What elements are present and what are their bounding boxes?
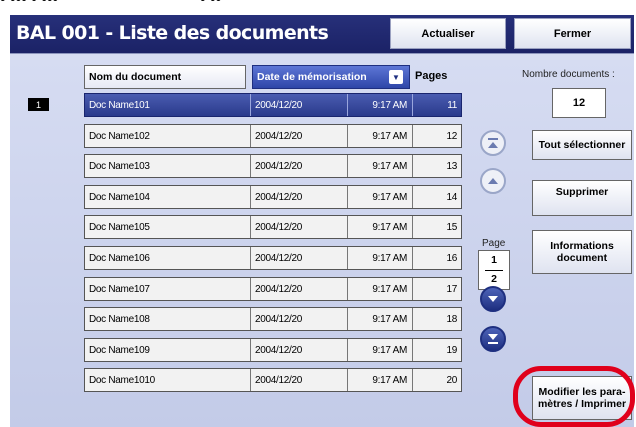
chevron-down-icon (488, 296, 498, 302)
time-cell: 9:17 AM (347, 125, 411, 147)
close-button[interactable]: Fermer (514, 18, 631, 49)
table-row[interactable]: Doc Name101 2004/12/20 9:17 AM 11 (84, 93, 462, 117)
fraction-line (485, 270, 503, 271)
pages-cell: 16 (412, 247, 461, 269)
date-cell: 2004/12/20 (250, 339, 346, 361)
document-count-label: Nombre documents : (522, 69, 615, 80)
time-cell: 9:17 AM (347, 247, 411, 269)
date-cell: 2004/12/20 (250, 247, 346, 269)
pages-cell: 13 (412, 155, 461, 177)
date-cell: 2004/12/20 (250, 94, 346, 116)
sort-by-name-button[interactable]: Nom du document (84, 65, 246, 89)
document-info-button[interactable]: Informations document (532, 230, 632, 274)
pages-cell: 20 (412, 369, 461, 391)
time-cell: 9:17 AM (347, 369, 411, 391)
date-cell: 2004/12/20 (250, 278, 346, 300)
date-cell: 2004/12/20 (250, 369, 346, 391)
time-cell: 9:17 AM (347, 186, 411, 208)
date-cell: 2004/12/20 (250, 308, 346, 330)
document-name-cell: Doc Name107 (89, 283, 150, 295)
delete-button[interactable]: Supprimer (532, 180, 632, 216)
next-page-button[interactable] (480, 286, 506, 312)
date-cell: 2004/12/20 (250, 186, 346, 208)
document-name-cell: Doc Name106 (89, 252, 150, 264)
table-row[interactable]: Doc Name1010 2004/12/20 9:17 AM 20 (84, 368, 462, 392)
pages-column-header: Pages (415, 70, 448, 82)
last-page-icon (488, 334, 498, 344)
modify-print-button[interactable]: Modifier les para- mètres / Imprimer (532, 376, 632, 420)
pages-cell: 17 (412, 278, 461, 300)
cropped-text-left: • ••• • ••• (0, 0, 58, 9)
sort-by-date-button[interactable]: Date de mémorisation ▼ (252, 65, 410, 89)
time-cell: 9:17 AM (347, 155, 411, 177)
table-row[interactable]: Doc Name109 2004/12/20 9:17 AM 19 (84, 338, 462, 362)
date-cell: 2004/12/20 (250, 125, 346, 147)
table-row[interactable]: Doc Name104 2004/12/20 9:17 AM 14 (84, 185, 462, 209)
table-row[interactable]: Doc Name108 2004/12/20 9:17 AM 18 (84, 307, 462, 331)
chevron-up-icon (488, 178, 498, 184)
page-label: Page (482, 238, 506, 249)
document-count-value: 12 (552, 88, 606, 118)
table-row[interactable]: Doc Name103 2004/12/20 9:17 AM 13 (84, 154, 462, 178)
pages-cell: 19 (412, 339, 461, 361)
document-name-cell: Doc Name102 (89, 130, 150, 142)
select-all-button[interactable]: Tout sélectionner (532, 130, 632, 160)
cropped-top-text: • ••• • ••• • •• (0, 0, 636, 12)
refresh-button[interactable]: Actualiser (390, 18, 506, 49)
table-row[interactable]: Doc Name106 2004/12/20 9:17 AM 16 (84, 246, 462, 270)
last-page-button[interactable] (480, 326, 506, 352)
time-cell: 9:17 AM (347, 216, 411, 238)
time-cell: 9:17 AM (347, 94, 411, 116)
sort-descending-icon: ▼ (389, 70, 403, 84)
date-cell: 2004/12/20 (250, 155, 346, 177)
first-page-button[interactable] (480, 130, 506, 156)
title-bar: BAL 001 - Liste des documents Actualiser… (10, 15, 634, 53)
document-name-cell: Doc Name1010 (89, 374, 155, 386)
time-cell: 9:17 AM (347, 339, 411, 361)
document-name-cell: Doc Name105 (89, 221, 150, 233)
page-title: BAL 001 - Liste des documents (16, 22, 329, 44)
time-cell: 9:17 AM (347, 308, 411, 330)
document-name-cell: Doc Name103 (89, 160, 150, 172)
time-cell: 9:17 AM (347, 278, 411, 300)
document-name-cell: Doc Name109 (89, 344, 150, 356)
previous-page-button[interactable] (480, 168, 506, 194)
print-server-screen: • ••• • ••• • •• BAL 001 - Liste des doc… (0, 0, 636, 427)
pages-cell: 11 (412, 94, 461, 116)
table-row[interactable]: Doc Name102 2004/12/20 9:17 AM 12 (84, 124, 462, 148)
date-column-label: Date de mémorisation (257, 71, 367, 83)
table-row[interactable]: Doc Name107 2004/12/20 9:17 AM 17 (84, 277, 462, 301)
pages-cell: 18 (412, 308, 461, 330)
first-page-icon (488, 138, 498, 148)
page-indicator: 1 2 (478, 250, 510, 290)
cropped-text-right: • •• (200, 0, 221, 9)
document-name-cell: Doc Name104 (89, 191, 150, 203)
document-name-cell: Doc Name108 (89, 313, 150, 325)
current-page: 1 (491, 254, 497, 266)
pages-cell: 15 (412, 216, 461, 238)
pages-cell: 12 (412, 125, 461, 147)
pages-cell: 14 (412, 186, 461, 208)
selection-count-badge: 1 (28, 98, 49, 111)
date-cell: 2004/12/20 (250, 216, 346, 238)
total-pages: 2 (491, 273, 497, 285)
document-name-cell: Doc Name101 (89, 99, 150, 111)
table-row[interactable]: Doc Name105 2004/12/20 9:17 AM 15 (84, 215, 462, 239)
